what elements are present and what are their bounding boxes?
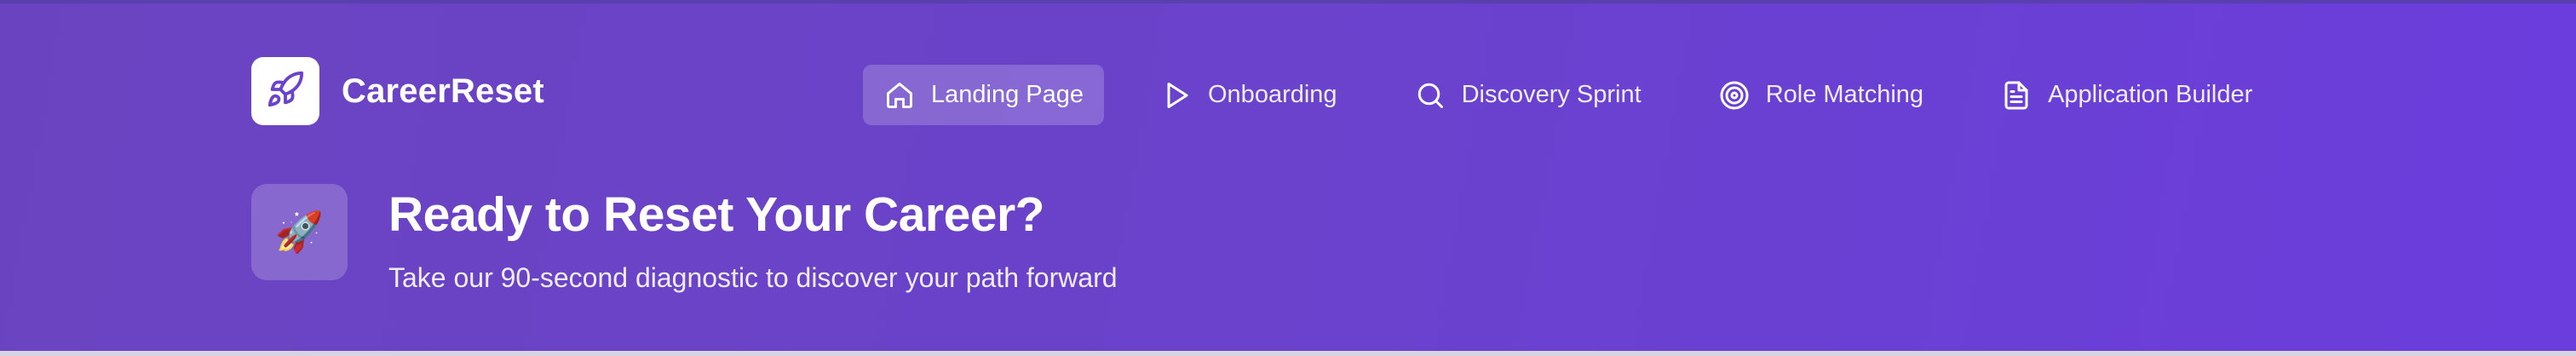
nav-item-onboarding[interactable]: Onboarding <box>1140 65 1358 125</box>
nav-item-role-matching[interactable]: Role Matching <box>1698 65 1944 125</box>
target-icon <box>1718 79 1751 112</box>
search-icon <box>1414 79 1446 112</box>
bottom-border <box>0 351 2576 356</box>
hero-rocket-emoji: 🚀 <box>274 210 325 254</box>
nav-item-landing-page[interactable]: Landing Page <box>863 65 1104 125</box>
nav-item-application-builder[interactable]: Application Builder <box>1980 65 2273 125</box>
home-icon <box>883 79 916 112</box>
brand-logo[interactable]: CareerReset <box>251 57 544 125</box>
nav-item-label: Role Matching <box>1765 81 1924 108</box>
header-banner: CareerReset Landing Page Onboarding Disc… <box>0 3 2576 351</box>
hero-rocket-icon: 🚀 <box>251 184 348 280</box>
rocket-icon <box>266 70 305 113</box>
nav-item-label: Discovery Sprint <box>1461 81 1642 108</box>
nav-item-label: Landing Page <box>931 81 1084 108</box>
play-icon <box>1160 79 1193 112</box>
main-nav: Landing Page Onboarding Discovery Sprint <box>863 65 2309 125</box>
hero-subtitle: Take our 90-second diagnostic to discove… <box>388 262 1118 293</box>
brand-name: CareerReset <box>342 72 544 110</box>
hero-title: Ready to Reset Your Career? <box>388 187 1045 242</box>
nav-item-label: Onboarding <box>1208 81 1337 108</box>
document-icon <box>2000 79 2033 112</box>
nav-item-label: Application Builder <box>2048 81 2253 108</box>
nav-item-discovery-sprint[interactable]: Discovery Sprint <box>1394 65 1662 125</box>
logo-badge <box>251 57 319 125</box>
